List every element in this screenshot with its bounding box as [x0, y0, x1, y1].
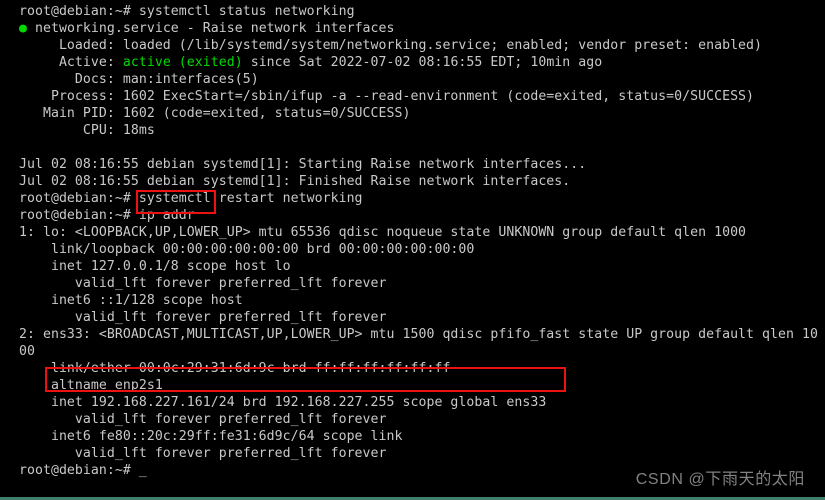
- csdn-watermark: CSDN @下雨天的太阳: [635, 471, 805, 488]
- line-text: inet6 fe80::20c:29ff:fe31:6d9c/64 scope …: [19, 429, 403, 444]
- status-badge-active: active (exited): [122, 55, 243, 70]
- terminal-line-journal-finished: Jul 02 08:16:55 debian systemd[1]: Finis…: [19, 173, 825, 190]
- line-text: Loaded: loaded (/lib/systemd/system/netw…: [19, 38, 763, 53]
- terminal-line-ens33-altname: altname enp2s1: [19, 377, 825, 394]
- line-text: root@debian:~# systemctl restart network…: [19, 191, 363, 206]
- terminal-line-lo-link: link/loopback 00:00:00:00:00:00 brd 00:0…: [19, 241, 825, 258]
- line-text: Docs: man:interfaces(5): [19, 72, 259, 87]
- terminal-line-process: Process: 1602 ExecStart=/sbin/ifup -a --…: [19, 88, 825, 105]
- line-text: valid_lft forever preferred_lft forever: [19, 446, 387, 461]
- line-text: valid_lft forever preferred_lft forever: [19, 310, 387, 325]
- terminal-line-iface-lo: 1: lo: <LOOPBACK,UP,LOWER_UP> mtu 65536 …: [19, 224, 825, 241]
- line-text-prefix: Active:: [19, 55, 123, 70]
- terminal-output-area[interactable]: root@debian:~# systemctl status networki…: [0, 0, 825, 496]
- terminal-line-lo-inet: inet 127.0.0.1/8 scope host lo: [19, 258, 825, 275]
- terminal-line-command-restart: root@debian:~# systemctl restart network…: [19, 190, 825, 207]
- line-text: root@debian:~# systemctl status networki…: [19, 4, 355, 19]
- terminal-window[interactable]: root@debian:~# systemctl status networki…: [0, 0, 825, 500]
- terminal-line-ens33-inet6-lft: valid_lft forever preferred_lft forever: [19, 445, 825, 462]
- terminal-line-docs: Docs: man:interfaces(5): [19, 71, 825, 88]
- line-text-suffix: since Sat 2022-07-02 08:16:55 EDT; 10min…: [242, 55, 603, 70]
- terminal-line-iface-ens33: 2: ens33: <BROADCAST,MULTICAST,UP,LOWER_…: [19, 326, 825, 343]
- line-text: Process: 1602 ExecStart=/sbin/ifup -a --…: [19, 89, 755, 104]
- line-text: link/ether 00:0c:29:31:6d:9c brd ff:ff:f…: [19, 361, 451, 376]
- line-text: 00: [19, 344, 35, 359]
- line-text: networking.service - Raise network inter…: [34, 21, 395, 36]
- line-text: Main PID: 1602 (code=exited, status=0/SU…: [19, 106, 411, 121]
- terminal-line-cpu: CPU: 18ms: [19, 122, 825, 139]
- terminal-line-command-ip-addr: root@debian:~# ip addr: [19, 207, 825, 224]
- terminal-line-iface-ens33-wrap: 00: [19, 343, 825, 360]
- terminal-line-command-status: root@debian:~# systemctl status networki…: [19, 3, 825, 20]
- line-text: root@debian:~# ip addr: [19, 208, 195, 223]
- line-text: valid_lft forever preferred_lft forever: [19, 412, 387, 427]
- terminal-line-ens33-inet-lft: valid_lft forever preferred_lft forever: [19, 411, 825, 428]
- terminal-line-service-header: ● networking.service - Raise network int…: [19, 20, 825, 37]
- terminal-line-lo-inet6-lft: valid_lft forever preferred_lft forever: [19, 309, 825, 326]
- terminal-line-active: Active: active (exited) since Sat 2022-0…: [19, 54, 825, 71]
- terminal-line-ens33-link: link/ether 00:0c:29:31:6d:9c brd ff:ff:f…: [19, 360, 825, 377]
- line-text: 2: ens33: <BROADCAST,MULTICAST,UP,LOWER_…: [19, 327, 818, 342]
- line-text: 1: lo: <LOOPBACK,UP,LOWER_UP> mtu 65536 …: [19, 225, 747, 240]
- line-text: CPU: 18ms: [19, 123, 155, 138]
- terminal-line-lo-inet-lft: valid_lft forever preferred_lft forever: [19, 275, 825, 292]
- line-text: inet 192.168.227.161/24 brd 192.168.227.…: [19, 395, 547, 410]
- service-active-bullet-icon: ●: [19, 21, 35, 36]
- terminal-line-lo-inet6: inet6 ::1/128 scope host: [19, 292, 825, 309]
- line-text: link/loopback 00:00:00:00:00:00 brd 00:0…: [19, 242, 475, 257]
- terminal-line-ens33-inet: inet 192.168.227.161/24 brd 192.168.227.…: [19, 394, 825, 411]
- line-text: Jul 02 08:16:55 debian systemd[1]: Start…: [19, 157, 587, 172]
- line-text: altname enp2s1: [19, 378, 163, 393]
- terminal-line-loaded: Loaded: loaded (/lib/systemd/system/netw…: [19, 37, 825, 54]
- line-text: inet 127.0.0.1/8 scope host lo: [19, 259, 291, 274]
- terminal-line-main-pid: Main PID: 1602 (code=exited, status=0/SU…: [19, 105, 825, 122]
- line-text: root@debian:~# _: [19, 463, 147, 478]
- terminal-line-journal-starting: Jul 02 08:16:55 debian systemd[1]: Start…: [19, 156, 825, 173]
- line-text: inet6 ::1/128 scope host: [19, 293, 243, 308]
- terminal-line-ens33-inet6: inet6 fe80::20c:29ff:fe31:6d9c/64 scope …: [19, 428, 825, 445]
- line-text: Jul 02 08:16:55 debian systemd[1]: Finis…: [19, 174, 571, 189]
- line-text: valid_lft forever preferred_lft forever: [19, 276, 387, 291]
